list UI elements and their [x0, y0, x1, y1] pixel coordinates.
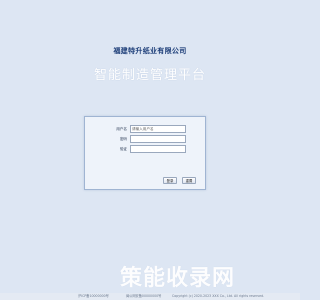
login-panel: 用户名 密码 验证 登录 重置	[84, 116, 206, 190]
footer-bar: 沪ICP备10000000号 闽公网安备00000000号 Copyright …	[0, 293, 300, 300]
system-title: 智能制造管理平台	[93, 68, 206, 83]
password-input[interactable]	[130, 135, 186, 143]
code-row: 验证	[85, 145, 205, 153]
reset-button[interactable]: 重置	[182, 177, 196, 184]
watermark-text: 策能收录网	[120, 266, 236, 291]
password-label: 密码	[119, 137, 127, 141]
footer-icp[interactable]: 沪ICP备10000000号	[78, 293, 109, 300]
password-row: 密码	[85, 135, 205, 143]
account-row: 用户名	[85, 125, 205, 133]
account-label: 用户名	[116, 127, 127, 131]
login-button[interactable]: 登录	[163, 177, 177, 184]
code-input[interactable]	[130, 145, 186, 153]
account-input[interactable]	[130, 125, 186, 133]
footer-police[interactable]: 闽公网安备00000000号	[126, 293, 161, 300]
company-name: 福建特升纸业有限公司	[113, 47, 187, 55]
footer-copyright: Copyright (c) 2020-2023 XXX Co., Ltd. Al…	[172, 294, 265, 298]
code-label: 验证	[119, 147, 127, 151]
